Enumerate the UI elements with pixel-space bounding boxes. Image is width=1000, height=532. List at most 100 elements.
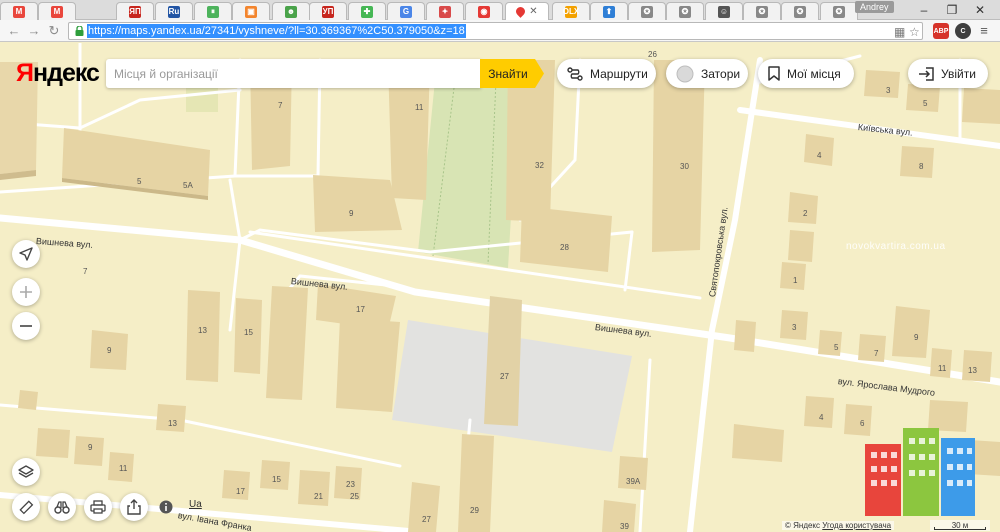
ruler-icon [19,500,34,515]
browser-tab[interactable]: Ru [155,2,193,20]
copyright: © Яндекс Угода користувача [782,521,895,530]
browser-tab[interactable]: ЯП [116,2,154,20]
tab-favicon-icon: ⏸ [207,5,219,18]
tab-favicon-icon: ☻ [285,5,297,18]
zoom-in-button[interactable] [12,278,40,306]
reload-icon[interactable]: ↻ [46,23,62,39]
login-button[interactable]: Увійти [908,59,988,88]
house-number-label: 5 [834,343,839,352]
browser-tab[interactable]: ☻ [272,2,310,20]
my-places-label: Мої місця [787,66,841,81]
browser-tab[interactable]: ▣ [232,2,270,20]
search-box [106,59,481,88]
search-input[interactable] [106,59,481,88]
traffic-button[interactable]: Затори [666,59,748,88]
lock-icon [75,26,84,36]
browser-tab[interactable]: M [38,2,76,20]
traffic-label: Затори [701,66,741,81]
translate-icon[interactable]: ▦ [894,25,905,39]
print-button[interactable] [84,493,112,521]
house-number-label: 9 [914,333,919,342]
house-number-label: 11 [415,103,424,112]
address-bar[interactable]: https://maps.yandex.ua/27341/vyshneve/?l… [68,22,923,40]
profile-button[interactable]: Andrey [855,1,894,13]
search-button[interactable]: Знайти [480,59,544,88]
house-number-label: 17 [356,305,365,314]
ruler-button[interactable] [12,493,40,521]
house-number-label: 5А [183,181,193,190]
tab-favicon-icon: ✪ [756,5,768,18]
login-label: Увійти [941,66,976,81]
tab-favicon-icon: M [51,5,63,18]
house-number-label: 5 [137,177,142,186]
map-canvas[interactable]: novokvartira.com.ua [0,43,1000,532]
extension-c-icon[interactable]: C [955,23,971,39]
browser-tab[interactable]: OLX [552,2,590,20]
house-number-label: 30 [680,162,689,171]
zoom-out-button[interactable] [12,312,40,340]
minus-icon [20,325,32,327]
url-text[interactable]: https://maps.yandex.ua/27341/vyshneve/?l… [87,24,466,38]
house-number-label: 27 [422,515,431,524]
bookmark-star-icon[interactable]: ☆ [909,25,920,39]
map-scale: 30 м [930,520,990,531]
forward-arrow-icon[interactable]: → [26,23,42,39]
house-number-label: 26 [648,50,657,59]
tab-favicon-icon: ⬆ [603,5,615,18]
browser-tab[interactable]: ◉ [465,2,503,20]
house-number-label: 6 [860,419,865,428]
routes-label: Маршрути [590,66,648,81]
novokvartira-logo [865,428,975,516]
maximize-icon[interactable]: ❐ [938,2,966,18]
browser-tab[interactable]: ✚ [348,2,386,20]
browser-tab[interactable]: M [0,2,38,20]
tab-favicon-icon: Ru [168,5,180,18]
house-number-label: 5 [923,99,928,108]
close-window-icon[interactable]: ✕ [966,2,994,18]
browser-tab[interactable]: ✪ [743,2,781,20]
browser-tab[interactable]: ✪ [628,2,666,20]
language-link[interactable]: Ua [189,499,202,510]
my-places-button[interactable]: Мої місця [758,59,854,88]
tab-favicon-icon: ◉ [478,5,490,18]
plus-icon [20,286,32,298]
copyright-text: © Яндекс [785,521,821,530]
panorama-button[interactable] [48,493,76,521]
house-number-label: 11 [119,464,128,473]
browser-tab[interactable]: ☺ [705,2,743,20]
house-number-label: 28 [560,243,569,252]
browser-tab[interactable]: ✪ [666,2,704,20]
browser-tab[interactable]: ⏸ [194,2,232,20]
minimize-icon[interactable]: – [910,2,938,18]
close-tab-icon[interactable]: ✕ [529,6,537,17]
back-arrow-icon[interactable]: ← [6,23,22,39]
yandex-logo[interactable]: Яндекс [16,59,100,88]
tab-favicon-icon: ✪ [833,5,845,18]
terms-link[interactable]: Угода користувача [822,521,891,530]
tab-active-yandex-maps[interactable]: ✕ [505,2,549,20]
browser-tab[interactable]: ✪ [820,2,858,20]
info-button[interactable] [156,493,176,521]
routes-button[interactable]: Маршрути [557,59,656,88]
tab-favicon-icon: ✚ [361,5,373,18]
tab-favicon-icon: УП [322,5,334,18]
share-button[interactable] [120,493,148,521]
house-number-label: 25 [350,492,359,501]
house-number-label: 27 [500,372,509,381]
geolocation-button[interactable] [12,240,40,268]
house-number-label: 32 [535,161,544,170]
house-number-label: 13 [198,326,207,335]
browser-tab[interactable]: ✦ [426,2,464,20]
browser-tab[interactable]: G [387,2,425,20]
house-number-label: 11 [938,364,947,373]
route-icon [567,66,583,81]
adblock-plus-icon[interactable]: ABP [933,23,949,39]
map-pin-icon [514,5,528,18]
chrome-menu-icon[interactable]: ≡ [976,23,992,39]
layers-button[interactable] [12,458,40,486]
house-number-label: 13 [968,366,977,375]
browser-tab[interactable]: ⬆ [590,2,628,20]
browser-tab[interactable]: УП [309,2,347,20]
binoculars-icon [54,501,70,514]
browser-tab[interactable]: ✪ [781,2,819,20]
